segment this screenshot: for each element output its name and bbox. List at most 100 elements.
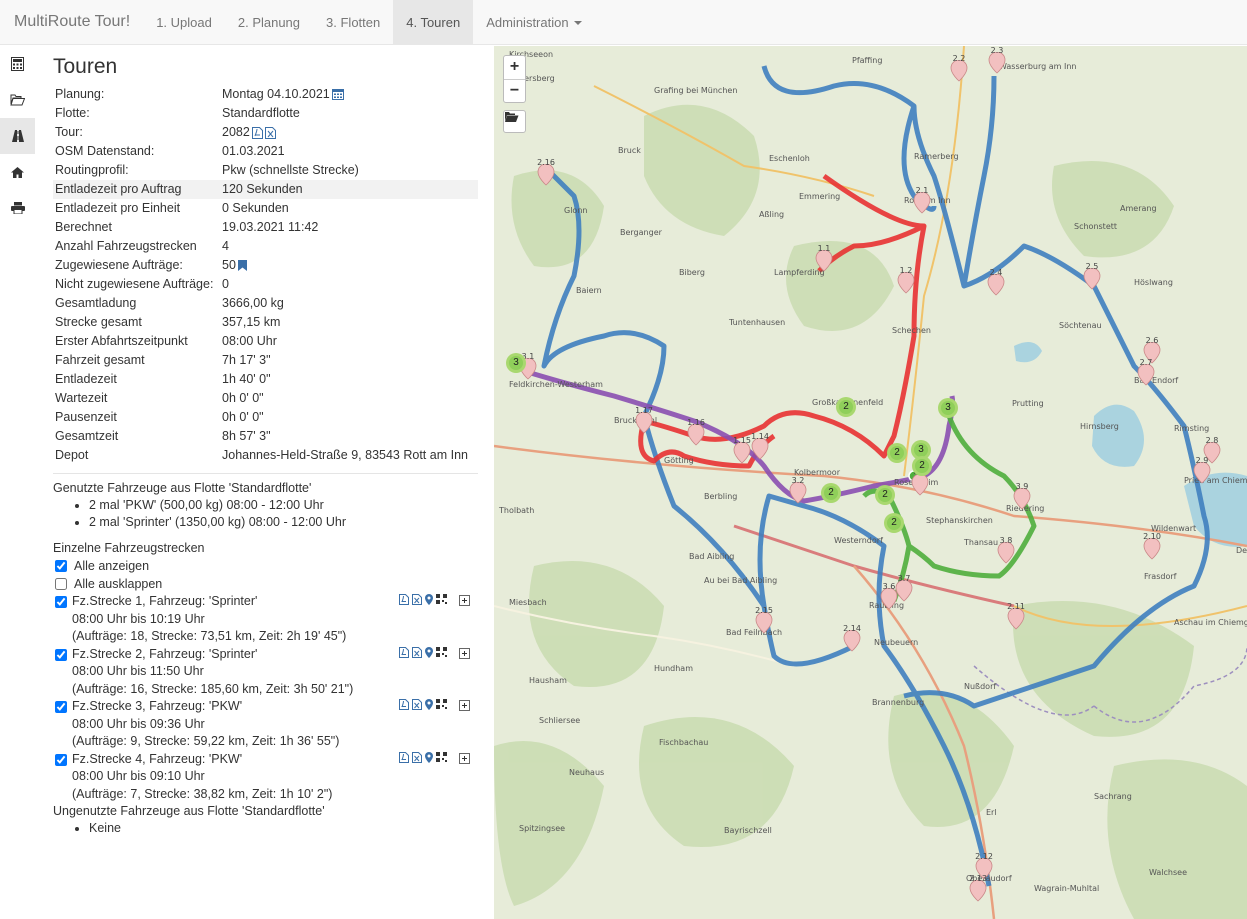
road-button[interactable] (0, 118, 35, 154)
pdf-file-icon[interactable] (399, 646, 409, 658)
cluster-marker[interactable]: 3 (938, 398, 958, 418)
stop-marker[interactable]: 1.1 (814, 244, 834, 272)
detail-key: Berechnet (55, 220, 112, 234)
stop-label: 1.14 (751, 432, 769, 441)
tab-touren[interactable]: 4. Touren (393, 0, 474, 45)
stop-marker[interactable]: 3.8 (996, 536, 1016, 564)
stop-marker[interactable]: 1.16 (686, 418, 706, 446)
stop-marker[interactable]: 2.11 (1006, 602, 1026, 630)
map-marker-icon[interactable] (425, 646, 433, 658)
stop-marker[interactable]: 2.7 (1136, 358, 1156, 386)
stop-marker[interactable]: 1.17 (634, 406, 654, 434)
calculator-button[interactable] (0, 46, 35, 82)
stop-marker[interactable]: 2.2 (949, 54, 969, 82)
stop-marker[interactable]: 2.15 (754, 606, 774, 634)
cluster-marker[interactable]: 2 (821, 483, 841, 503)
stop-label: 2.12 (975, 852, 993, 861)
map-marker-icon[interactable] (425, 751, 433, 763)
open-folder-button[interactable] (0, 82, 35, 118)
open-file-button[interactable] (503, 110, 526, 133)
detail-value: 01.03.2021 (222, 144, 285, 158)
admin-dropdown[interactable]: Administration (473, 0, 594, 45)
excel-file-icon[interactable] (412, 594, 422, 605)
place-label: Thansau (964, 538, 999, 547)
place-label: Eschenloh (769, 154, 810, 163)
place-label: Ramerberg (914, 152, 959, 161)
cluster-marker[interactable]: 2 (884, 513, 904, 533)
detail-key: Tour: (55, 125, 83, 139)
stop-marker[interactable]: 1.14 (750, 432, 770, 460)
show-all-checkbox-row[interactable]: Alle anzeigen (53, 557, 478, 575)
excel-file-icon[interactable] (264, 126, 276, 139)
qrcode-icon[interactable] (436, 594, 447, 604)
qrcode-icon[interactable] (436, 699, 447, 709)
map-marker-icon[interactable] (425, 594, 433, 605)
pdf-file-icon[interactable] (399, 594, 409, 605)
detail-row: Nicht zugewiesene Aufträge: 0 (53, 275, 478, 294)
stop-marker[interactable]: 2.5 (1082, 262, 1102, 290)
stop-marker[interactable]: 3.2 (788, 476, 808, 504)
route-checkbox[interactable] (55, 753, 67, 766)
detail-key: Strecke gesamt (55, 315, 142, 329)
cluster-marker[interactable]: 2 (836, 397, 856, 417)
qrcode-icon[interactable] (436, 646, 447, 657)
detail-key: Zugewiesene Aufträge: (55, 258, 183, 272)
pdf-file-icon[interactable] (251, 126, 263, 139)
cluster-marker[interactable]: 3 (506, 353, 526, 373)
home-button[interactable] (0, 154, 35, 190)
map-marker-icon[interactable] (425, 699, 433, 710)
stop-marker[interactable]: 2.3 (987, 46, 1007, 74)
stop-marker[interactable]: 3.9 (1012, 482, 1032, 510)
cluster-marker[interactable]: 2 (912, 456, 932, 476)
pdf-file-icon[interactable] (399, 751, 409, 763)
stop-marker[interactable]: 2.10 (1142, 532, 1162, 560)
pdf-file-icon[interactable] (399, 699, 409, 710)
stop-marker[interactable]: 2.9 (1192, 456, 1212, 484)
stop-marker[interactable]: 1.2 (896, 266, 916, 294)
zoom-in-button[interactable]: + (504, 56, 525, 79)
print-button[interactable] (0, 190, 35, 226)
tab-flotten[interactable]: 3. Flotten (313, 0, 393, 45)
detail-row: Flotte: Standardflotte (53, 104, 478, 123)
route-checkbox[interactable] (55, 701, 67, 713)
excel-file-icon[interactable] (412, 646, 422, 658)
route-checkbox[interactable] (55, 596, 67, 608)
bookmark-icon[interactable] (237, 260, 247, 272)
stop-marker[interactable]: 2.13 (968, 874, 988, 902)
excel-file-icon[interactable] (412, 751, 422, 763)
detail-value: Johannes-Held-Straße 9, 83543 Rott am In… (222, 448, 468, 462)
tab-planung[interactable]: 2. Planung (225, 0, 313, 45)
stop-marker[interactable]: 3.6 (879, 582, 899, 610)
zoom-out-button[interactable]: − (504, 79, 525, 102)
expand-plus-icon[interactable] (459, 752, 470, 764)
stop-marker[interactable]: 2.16 (536, 158, 556, 186)
place-label: Amerang (1120, 204, 1157, 213)
expand-all-checkbox[interactable] (55, 578, 67, 590)
stop-marker[interactable]: 2.14 (842, 624, 862, 652)
map-view[interactable]: Kirchseeon Wasserburg am Inn Grafing bei M… (494, 46, 1247, 919)
stop-label: 2.15 (755, 606, 773, 615)
detail-value: 3666,00 kg (222, 296, 284, 310)
detail-row: Strecke gesamt 357,15 km (53, 313, 478, 332)
zoom-control: + − (503, 55, 526, 103)
expand-all-checkbox-row[interactable]: Alle ausklappen (53, 575, 478, 593)
expand-plus-icon[interactable] (459, 700, 470, 711)
cluster-marker[interactable]: 2 (887, 443, 907, 463)
place-label: Miesbach (509, 598, 547, 607)
stop-marker[interactable]: 2.1 (912, 186, 932, 214)
expand-plus-icon[interactable] (459, 595, 470, 606)
calendar-icon[interactable] (331, 89, 344, 101)
route-checkbox[interactable] (55, 648, 67, 661)
qrcode-icon[interactable] (436, 751, 447, 762)
show-all-checkbox[interactable] (55, 560, 67, 572)
map-canvas[interactable] (494, 46, 1247, 919)
detail-row: Planung: Montag 04.10.2021 (53, 85, 478, 104)
stop-marker[interactable]: 1.15 (732, 436, 752, 464)
stop-marker[interactable]: 2.4 (986, 268, 1006, 296)
excel-file-icon[interactable] (412, 699, 422, 710)
tab-upload[interactable]: 1. Upload (143, 0, 225, 45)
app-brand[interactable]: MultiRoute Tour! (0, 13, 143, 31)
cluster-marker[interactable]: 2 (875, 485, 895, 505)
detail-value: Pkw (schnellste Strecke) (222, 163, 359, 177)
expand-plus-icon[interactable] (459, 647, 470, 659)
